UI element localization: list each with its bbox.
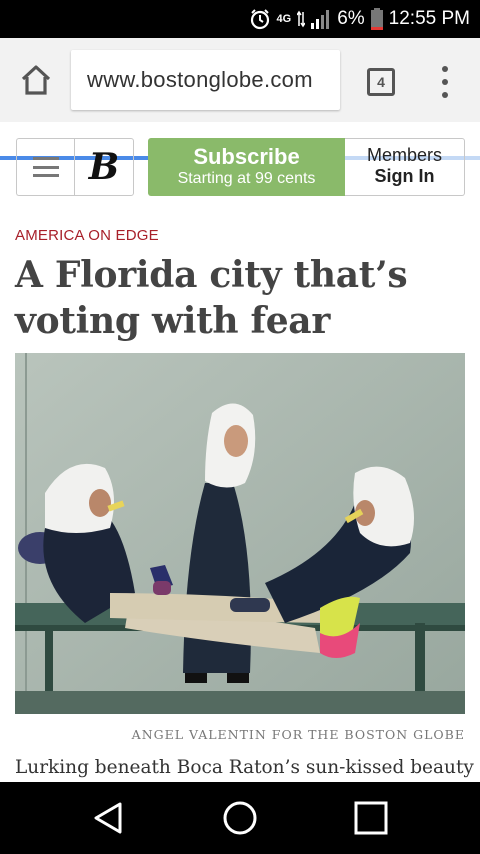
- android-nav-bar: [0, 782, 480, 854]
- logo-letter: B: [88, 146, 120, 188]
- photo-credit: ANGEL VALENTIN FOR THE BOSTON GLOBE: [131, 727, 465, 742]
- network-arrows-icon: [297, 10, 306, 28]
- members-signin-button[interactable]: Members Sign In: [345, 138, 465, 196]
- subscribe-button[interactable]: Subscribe Starting at 99 cents: [148, 138, 345, 196]
- url-bar[interactable]: www.bostonglobe.com: [71, 50, 340, 110]
- alarm-icon: [250, 9, 269, 30]
- signin-label: Sign In: [374, 166, 435, 186]
- network-type: 4G: [276, 12, 292, 25]
- home-icon[interactable]: [18, 62, 54, 98]
- overflow-menu-icon[interactable]: [437, 66, 453, 98]
- tab-switcher-button[interactable]: 4: [367, 68, 395, 96]
- article-photo[interactable]: [15, 353, 465, 714]
- site-menu-button[interactable]: [16, 138, 74, 196]
- browser-toolbar: www.bostonglobe.com 4: [0, 38, 480, 160]
- url-text[interactable]: www.bostonglobe.com: [87, 67, 313, 93]
- status-bar: 4G 6% 12:55 PM: [0, 0, 480, 38]
- members-label: Members: [366, 145, 442, 165]
- battery-low-icon: [370, 8, 383, 30]
- home-circle-icon[interactable]: [222, 800, 258, 836]
- article-headline: A Florida city that’s voting with fear: [15, 254, 408, 342]
- clock: 12:55 PM: [388, 8, 470, 29]
- tab-count: 4: [377, 74, 385, 90]
- back-triangle-icon[interactable]: [90, 800, 126, 836]
- battery-percent: 6%: [337, 8, 365, 29]
- status-icons: 4G 6% 12:55 PM: [249, 0, 470, 38]
- hamburger-icon: [32, 157, 59, 177]
- article-kicker[interactable]: AMERICA ON EDGE: [15, 227, 159, 244]
- boston-globe-logo[interactable]: B: [74, 138, 134, 196]
- recents-square-icon[interactable]: [353, 800, 389, 836]
- subscribe-subtext: Starting at 99 cents: [177, 170, 316, 187]
- signal-icon: [311, 10, 330, 29]
- article-lede: Lurking beneath Boca Raton’s sun-kissed …: [15, 757, 474, 778]
- subscribe-label: Subscribe: [193, 144, 300, 169]
